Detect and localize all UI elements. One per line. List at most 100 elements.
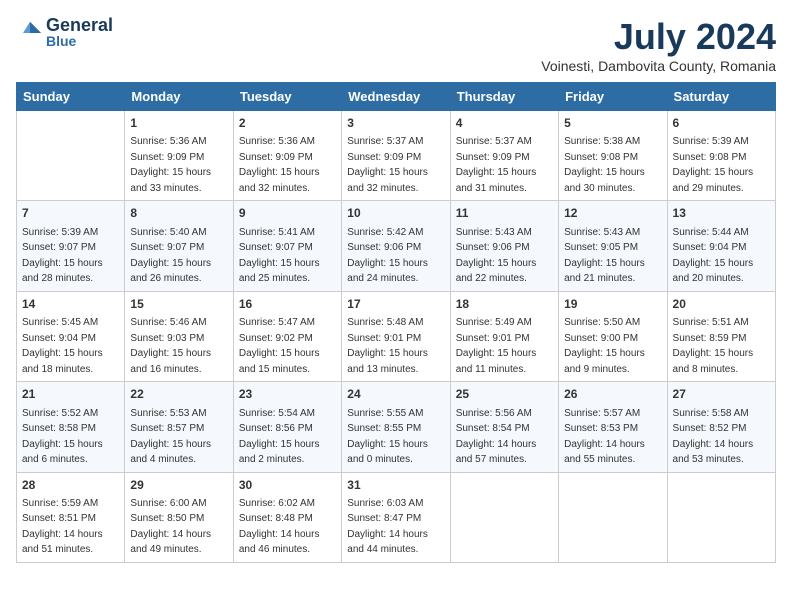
title-block: July 2024 Voinesti, Dambovita County, Ro… bbox=[541, 16, 776, 74]
day-info: Sunrise: 5:37 AM Sunset: 9:09 PM Dayligh… bbox=[456, 136, 537, 194]
weekday-header-saturday: Saturday bbox=[667, 83, 775, 111]
day-number: 4 bbox=[456, 115, 553, 132]
day-number: 1 bbox=[130, 115, 227, 132]
day-info: Sunrise: 5:43 AM Sunset: 9:06 PM Dayligh… bbox=[456, 227, 537, 285]
day-number: 27 bbox=[673, 386, 770, 403]
calendar-cell: 5 Sunrise: 5:38 AM Sunset: 9:08 PM Daylig… bbox=[559, 111, 667, 201]
day-number: 9 bbox=[239, 205, 336, 222]
calendar-cell: 1 Sunrise: 5:36 AM Sunset: 9:09 PM Daylig… bbox=[125, 111, 233, 201]
weekday-header-row: SundayMondayTuesdayWednesdayThursdayFrid… bbox=[17, 83, 776, 111]
calendar-cell: 7 Sunrise: 5:39 AM Sunset: 9:07 PM Daylig… bbox=[17, 201, 125, 291]
day-info: Sunrise: 5:52 AM Sunset: 8:58 PM Dayligh… bbox=[22, 408, 103, 466]
calendar-cell: 13 Sunrise: 5:44 AM Sunset: 9:04 PM Dayli… bbox=[667, 201, 775, 291]
day-info: Sunrise: 5:57 AM Sunset: 8:53 PM Dayligh… bbox=[564, 408, 645, 466]
day-info: Sunrise: 6:00 AM Sunset: 8:50 PM Dayligh… bbox=[130, 498, 211, 556]
day-info: Sunrise: 5:38 AM Sunset: 9:08 PM Dayligh… bbox=[564, 136, 645, 194]
calendar-cell: 3 Sunrise: 5:37 AM Sunset: 9:09 PM Daylig… bbox=[342, 111, 450, 201]
day-info: Sunrise: 5:47 AM Sunset: 9:02 PM Dayligh… bbox=[239, 317, 320, 375]
day-number: 5 bbox=[564, 115, 661, 132]
calendar-cell: 15Sunrise: 5:46 AM Sunset: 9:03 PM Dayli… bbox=[125, 291, 233, 381]
calendar-cell: 31Sunrise: 6:03 AM Sunset: 8:47 PM Dayli… bbox=[342, 472, 450, 562]
day-number: 14 bbox=[22, 296, 119, 313]
calendar-week-1: 1 Sunrise: 5:36 AM Sunset: 9:09 PM Daylig… bbox=[17, 111, 776, 201]
calendar-cell: 11 Sunrise: 5:43 AM Sunset: 9:06 PM Dayli… bbox=[450, 201, 558, 291]
logo-text: General Blue bbox=[46, 16, 113, 49]
day-info: Sunrise: 5:37 AM Sunset: 9:09 PM Dayligh… bbox=[347, 136, 428, 194]
calendar-cell: 17 Sunrise: 5:48 AM Sunset: 9:01 PM Dayli… bbox=[342, 291, 450, 381]
day-info: Sunrise: 5:36 AM Sunset: 9:09 PM Dayligh… bbox=[239, 136, 320, 194]
calendar-cell: 9 Sunrise: 5:41 AM Sunset: 9:07 PM Daylig… bbox=[233, 201, 341, 291]
day-number: 21 bbox=[22, 386, 119, 403]
calendar-cell: 24Sunrise: 5:55 AM Sunset: 8:55 PM Dayli… bbox=[342, 382, 450, 472]
calendar-cell bbox=[559, 472, 667, 562]
calendar-cell: 14 Sunrise: 5:45 AM Sunset: 9:04 PM Dayli… bbox=[17, 291, 125, 381]
day-number: 10 bbox=[347, 205, 444, 222]
day-number: 17 bbox=[347, 296, 444, 313]
day-info: Sunrise: 5:58 AM Sunset: 8:52 PM Dayligh… bbox=[673, 408, 754, 466]
day-info: Sunrise: 5:55 AM Sunset: 8:55 PM Dayligh… bbox=[347, 408, 428, 466]
day-info: Sunrise: 5:43 AM Sunset: 9:05 PM Dayligh… bbox=[564, 227, 645, 285]
day-number: 8 bbox=[130, 205, 227, 222]
day-number: 30 bbox=[239, 477, 336, 494]
day-number: 18 bbox=[456, 296, 553, 313]
location: Voinesti, Dambovita County, Romania bbox=[541, 58, 776, 74]
day-number: 28 bbox=[22, 477, 119, 494]
day-info: Sunrise: 5:48 AM Sunset: 9:01 PM Dayligh… bbox=[347, 317, 428, 375]
day-number: 7 bbox=[22, 205, 119, 222]
weekday-header-monday: Monday bbox=[125, 83, 233, 111]
day-number: 16 bbox=[239, 296, 336, 313]
day-info: Sunrise: 5:36 AM Sunset: 9:09 PM Dayligh… bbox=[130, 136, 211, 194]
calendar-cell: 8 Sunrise: 5:40 AM Sunset: 9:07 PM Daylig… bbox=[125, 201, 233, 291]
day-number: 13 bbox=[673, 205, 770, 222]
calendar-cell bbox=[17, 111, 125, 201]
weekday-header-wednesday: Wednesday bbox=[342, 83, 450, 111]
calendar-table: SundayMondayTuesdayWednesdayThursdayFrid… bbox=[16, 82, 776, 563]
logo-icon bbox=[16, 19, 44, 47]
calendar-cell: 30Sunrise: 6:02 AM Sunset: 8:48 PM Dayli… bbox=[233, 472, 341, 562]
calendar-cell: 21 Sunrise: 5:52 AM Sunset: 8:58 PM Dayli… bbox=[17, 382, 125, 472]
day-number: 2 bbox=[239, 115, 336, 132]
weekday-header-sunday: Sunday bbox=[17, 83, 125, 111]
day-info: Sunrise: 5:42 AM Sunset: 9:06 PM Dayligh… bbox=[347, 227, 428, 285]
calendar-week-3: 14 Sunrise: 5:45 AM Sunset: 9:04 PM Dayli… bbox=[17, 291, 776, 381]
logo: General Blue bbox=[16, 16, 113, 49]
day-info: Sunrise: 5:46 AM Sunset: 9:03 PM Dayligh… bbox=[130, 317, 211, 375]
calendar-cell bbox=[450, 472, 558, 562]
calendar-cell: 6 Sunrise: 5:39 AM Sunset: 9:08 PM Daylig… bbox=[667, 111, 775, 201]
day-number: 31 bbox=[347, 477, 444, 494]
day-info: Sunrise: 5:39 AM Sunset: 9:07 PM Dayligh… bbox=[22, 227, 103, 285]
calendar-week-2: 7 Sunrise: 5:39 AM Sunset: 9:07 PM Daylig… bbox=[17, 201, 776, 291]
day-number: 19 bbox=[564, 296, 661, 313]
day-number: 3 bbox=[347, 115, 444, 132]
calendar-cell: 2 Sunrise: 5:36 AM Sunset: 9:09 PM Daylig… bbox=[233, 111, 341, 201]
day-number: 26 bbox=[564, 386, 661, 403]
day-info: Sunrise: 5:44 AM Sunset: 9:04 PM Dayligh… bbox=[673, 227, 754, 285]
calendar-cell: 26 Sunrise: 5:57 AM Sunset: 8:53 PM Dayli… bbox=[559, 382, 667, 472]
calendar-cell: 25Sunrise: 5:56 AM Sunset: 8:54 PM Dayli… bbox=[450, 382, 558, 472]
day-info: Sunrise: 5:50 AM Sunset: 9:00 PM Dayligh… bbox=[564, 317, 645, 375]
day-number: 12 bbox=[564, 205, 661, 222]
calendar-cell: 18 Sunrise: 5:49 AM Sunset: 9:01 PM Dayli… bbox=[450, 291, 558, 381]
day-info: Sunrise: 5:39 AM Sunset: 9:08 PM Dayligh… bbox=[673, 136, 754, 194]
day-number: 20 bbox=[673, 296, 770, 313]
day-info: Sunrise: 5:41 AM Sunset: 9:07 PM Dayligh… bbox=[239, 227, 320, 285]
day-number: 29 bbox=[130, 477, 227, 494]
calendar-cell bbox=[667, 472, 775, 562]
weekday-header-friday: Friday bbox=[559, 83, 667, 111]
calendar-cell: 4 Sunrise: 5:37 AM Sunset: 9:09 PM Daylig… bbox=[450, 111, 558, 201]
page-header: General Blue July 2024 Voinesti, Dambovi… bbox=[16, 16, 776, 74]
day-info: Sunrise: 5:51 AM Sunset: 8:59 PM Dayligh… bbox=[673, 317, 754, 375]
calendar-cell: 29 Sunrise: 6:00 AM Sunset: 8:50 PM Dayli… bbox=[125, 472, 233, 562]
calendar-week-5: 28Sunrise: 5:59 AM Sunset: 8:51 PM Dayli… bbox=[17, 472, 776, 562]
day-info: Sunrise: 5:54 AM Sunset: 8:56 PM Dayligh… bbox=[239, 408, 320, 466]
day-info: Sunrise: 5:49 AM Sunset: 9:01 PM Dayligh… bbox=[456, 317, 537, 375]
calendar-cell: 16 Sunrise: 5:47 AM Sunset: 9:02 PM Dayli… bbox=[233, 291, 341, 381]
day-number: 11 bbox=[456, 205, 553, 222]
calendar-cell: 10 Sunrise: 5:42 AM Sunset: 9:06 PM Dayli… bbox=[342, 201, 450, 291]
day-info: Sunrise: 5:45 AM Sunset: 9:04 PM Dayligh… bbox=[22, 317, 103, 375]
day-number: 6 bbox=[673, 115, 770, 132]
day-info: Sunrise: 5:40 AM Sunset: 9:07 PM Dayligh… bbox=[130, 227, 211, 285]
logo-line2: Blue bbox=[46, 34, 113, 49]
calendar-cell: 12 Sunrise: 5:43 AM Sunset: 9:05 PM Dayli… bbox=[559, 201, 667, 291]
calendar-cell: 27 Sunrise: 5:58 AM Sunset: 8:52 PM Dayli… bbox=[667, 382, 775, 472]
